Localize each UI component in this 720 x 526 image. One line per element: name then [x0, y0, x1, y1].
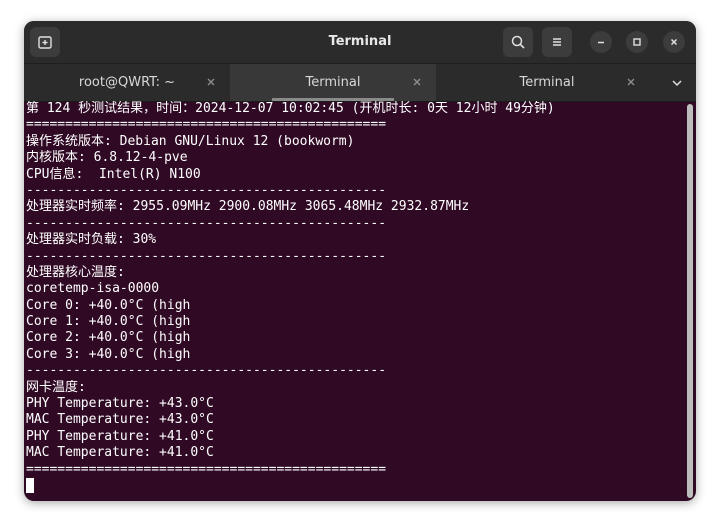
hamburger-menu-icon [553, 38, 561, 46]
terminal-line: 处理器实时频率: 2955.09MHz 2900.08MHz 3065.48MH… [26, 199, 470, 215]
terminal-line: ========================================… [26, 117, 387, 133]
terminal-output[interactable]: 第 124 秒测试结果，时间：2024-12-07 10:02:45 (开机时长… [24, 101, 688, 501]
tab-root-qwrt[interactable]: root@QWRT: ~ [24, 64, 230, 101]
minimize-button[interactable] [590, 31, 612, 53]
terminal-line: ========================================… [26, 461, 387, 477]
terminal-line: coretemp-isa-0000 [26, 281, 160, 297]
terminal-line: PHY Temperature: +41.0°C [26, 428, 214, 444]
terminal-line: MAC Temperature: +43.0°C [26, 412, 214, 428]
terminal-line: 第 124 秒测试结果，时间：2024-12-07 10:02:45 (开机时长… [26, 101, 555, 116]
terminal-line: MAC Temperature: +41.0°C [26, 445, 214, 461]
text-cursor [26, 477, 34, 493]
terminal-line: ----------------------------------------… [26, 248, 387, 264]
maximize-button[interactable] [626, 31, 648, 53]
tab-terminal-active[interactable]: Terminal [230, 64, 436, 101]
terminal-line: Core 3: +40.0°C (high [26, 346, 191, 362]
close-icon[interactable] [624, 75, 638, 89]
terminal-line: PHY Temperature: +43.0°C [26, 396, 214, 412]
scrollbar[interactable] [687, 104, 693, 498]
title-bar: Terminal [24, 21, 696, 64]
menu-button[interactable] [542, 27, 572, 57]
tab-terminal[interactable]: Terminal [444, 64, 650, 101]
maximize-icon [633, 38, 641, 46]
terminal-line: Core 0: +40.0°C (high [26, 297, 191, 313]
terminal-line: ----------------------------------------… [26, 215, 387, 231]
terminal-line: ----------------------------------------… [26, 182, 387, 198]
terminal-line: 网卡温度: [26, 379, 86, 395]
search-button[interactable] [503, 27, 533, 57]
terminal-line: 内核版本: 6.8.12-4-pve [26, 150, 188, 166]
tab-label: Terminal [519, 75, 575, 90]
tab-bar: root@QWRT: ~ Terminal Terminal [24, 64, 696, 102]
close-button[interactable] [663, 31, 685, 53]
close-icon[interactable] [204, 75, 218, 89]
prompt-line [26, 477, 688, 494]
terminal-line: ----------------------------------------… [26, 363, 387, 379]
terminal-line: 处理器核心温度: [26, 264, 125, 280]
terminal-line: CPU信息: Intel(R) N100 [26, 166, 201, 182]
close-icon[interactable] [410, 75, 424, 89]
search-icon [511, 35, 525, 49]
minimize-icon [598, 41, 604, 44]
terminal-line: 操作系统版本: Debian GNU/Linux 12 (bookworm) [26, 133, 355, 149]
terminal-line: Core 1: +40.0°C (high [26, 314, 191, 330]
terminal-line: 处理器实时负载: 30% [26, 232, 157, 248]
tab-label: Terminal [305, 75, 361, 90]
close-icon [670, 38, 678, 46]
chevron-down-icon[interactable] [668, 74, 686, 92]
tab-label: root@QWRT: ~ [78, 75, 176, 90]
terminal-window: Terminal root@QWRT: ~ Terminal Terminal … [24, 21, 696, 501]
terminal-line: Core 2: +40.0°C (high [26, 330, 191, 346]
